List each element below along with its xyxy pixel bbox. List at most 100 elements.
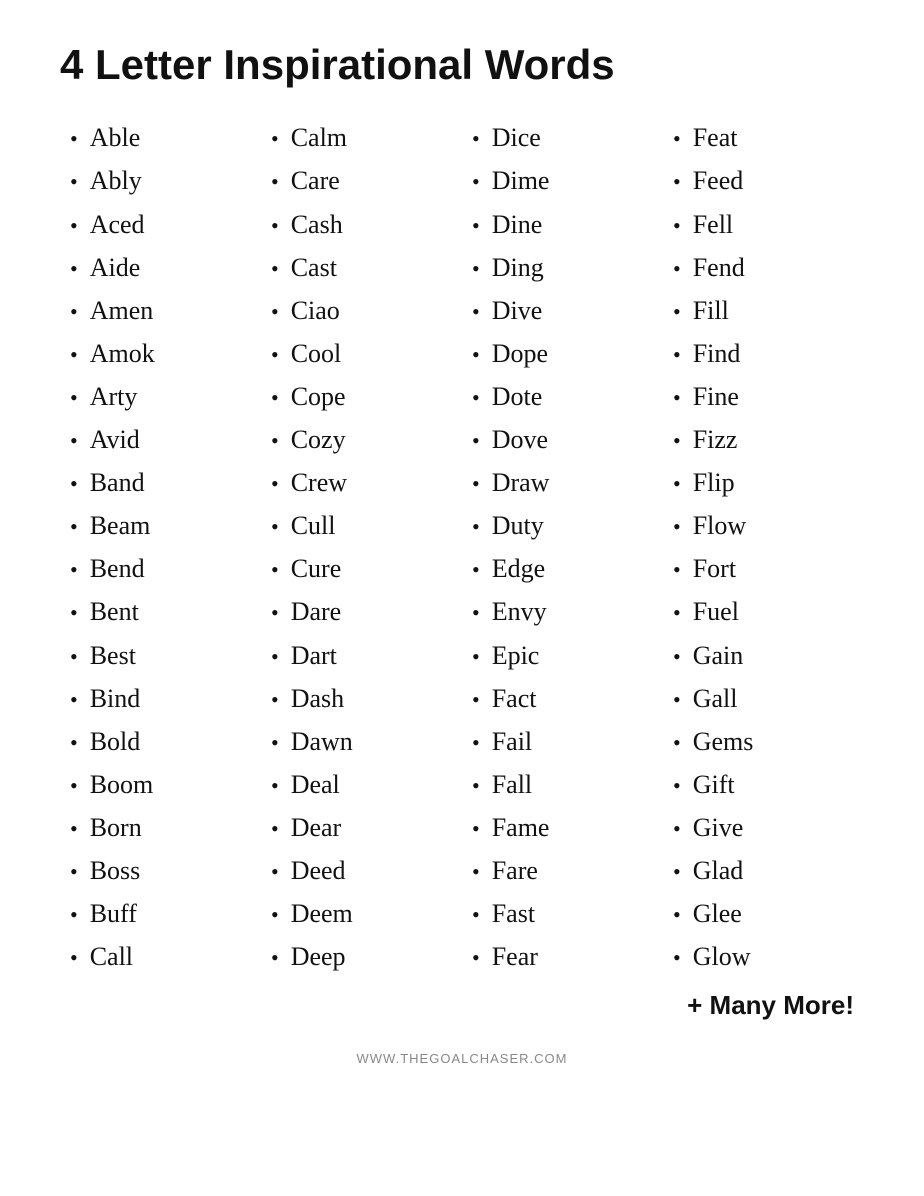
word-text: Beam (90, 508, 151, 543)
word-text: Fine (693, 379, 739, 414)
word-text: Bold (90, 724, 141, 759)
word-text: Draw (492, 465, 550, 500)
bullet-icon: • (70, 900, 78, 930)
word-text: Deem (291, 896, 353, 931)
bullet-icon: • (673, 426, 681, 456)
bullet-icon: • (70, 771, 78, 801)
list-item: •Calm (271, 120, 452, 155)
list-item: •Duty (472, 508, 653, 543)
word-text: Arty (90, 379, 138, 414)
bullet-icon: • (271, 642, 279, 672)
word-text: Able (90, 120, 141, 155)
list-item: •Flip (673, 465, 854, 500)
word-text: Dove (492, 422, 548, 457)
word-text: Envy (492, 594, 547, 629)
bullet-icon: • (271, 426, 279, 456)
word-text: Give (693, 810, 744, 845)
word-text: Fact (492, 681, 537, 716)
column-1: •Able•Ably•Aced•Aide•Amen•Amok•Arty•Avid… (60, 120, 261, 982)
bullet-icon: • (673, 167, 681, 197)
bullet-icon: • (673, 943, 681, 973)
word-text: Dash (291, 681, 344, 716)
list-item: •Find (673, 336, 854, 371)
bullet-icon: • (271, 383, 279, 413)
word-text: Duty (492, 508, 544, 543)
column-4: •Feat•Feed•Fell•Fend•Fill•Find•Fine•Fizz… (663, 120, 864, 982)
word-text: Fall (492, 767, 532, 802)
list-item: •Gift (673, 767, 854, 802)
list-item: •Beam (70, 508, 251, 543)
word-text: Fail (492, 724, 532, 759)
bullet-icon: • (472, 167, 480, 197)
word-text: Dart (291, 638, 337, 673)
word-text: Boss (90, 853, 141, 888)
bullet-icon: • (271, 598, 279, 628)
list-item: •Born (70, 810, 251, 845)
bullet-icon: • (673, 512, 681, 542)
bullet-icon: • (70, 167, 78, 197)
word-text: Dime (492, 163, 550, 198)
bullet-icon: • (70, 685, 78, 715)
list-item: •Fell (673, 207, 854, 242)
bullet-icon: • (271, 728, 279, 758)
word-text: Dice (492, 120, 541, 155)
word-text: Amok (90, 336, 155, 371)
word-text: Epic (492, 638, 540, 673)
word-text: Flow (693, 508, 746, 543)
list-item: •Fill (673, 293, 854, 328)
list-item: •Glee (673, 896, 854, 931)
list-item: •Gall (673, 681, 854, 716)
list-item: •Dine (472, 207, 653, 242)
word-text: Ciao (291, 293, 340, 328)
list-item: •Dear (271, 810, 452, 845)
bullet-icon: • (472, 469, 480, 499)
list-item: •Bold (70, 724, 251, 759)
word-text: Fast (492, 896, 535, 931)
list-item: •Dove (472, 422, 653, 457)
word-text: Dive (492, 293, 543, 328)
list-item: •Crew (271, 465, 452, 500)
word-text: Buff (90, 896, 137, 931)
list-item: •Bind (70, 681, 251, 716)
list-item: •Cure (271, 551, 452, 586)
word-columns: •Able•Ably•Aced•Aide•Amen•Amok•Arty•Avid… (60, 120, 864, 982)
bullet-icon: • (70, 211, 78, 241)
list-item: • Boom (70, 767, 251, 802)
list-item: •Aide (70, 250, 251, 285)
list-item: • Cast (271, 250, 452, 285)
bullet-icon: • (673, 555, 681, 585)
list-item: •Amok (70, 336, 251, 371)
list-item: •Dare (271, 594, 452, 629)
bullet-icon: • (271, 254, 279, 284)
list-item: •Fuel (673, 594, 854, 629)
list-item: •Bend (70, 551, 251, 586)
bullet-icon: • (673, 297, 681, 327)
word-text: Boom (90, 767, 154, 802)
bullet-icon: • (673, 814, 681, 844)
word-text: Fizz (693, 422, 738, 457)
bullet-icon: • (472, 124, 480, 154)
word-text: Cast (291, 250, 337, 285)
column-2: •Calm•Care•Cash•Cast•Ciao•Cool•Cope•Cozy… (261, 120, 462, 982)
list-item: •Cull (271, 508, 452, 543)
word-text: Dote (492, 379, 543, 414)
list-item: •Call (70, 939, 251, 974)
word-text: Ably (90, 163, 142, 198)
bullet-icon: • (472, 555, 480, 585)
bullet-icon: • (271, 512, 279, 542)
bullet-icon: • (271, 943, 279, 973)
word-text: Cure (291, 551, 342, 586)
bullet-icon: • (271, 900, 279, 930)
bullet-icon: • (472, 297, 480, 327)
list-item: • Flow (673, 508, 854, 543)
word-text: Deep (291, 939, 346, 974)
list-item: • Ably (70, 163, 251, 198)
list-item: •Cash (271, 207, 452, 242)
list-item: •Ding (472, 250, 653, 285)
word-text: Fend (693, 250, 745, 285)
list-item: •Epic (472, 638, 653, 673)
bullet-icon: • (472, 685, 480, 715)
bullet-icon: • (70, 426, 78, 456)
word-text: Gain (693, 638, 744, 673)
list-item: •Fear (472, 939, 653, 974)
